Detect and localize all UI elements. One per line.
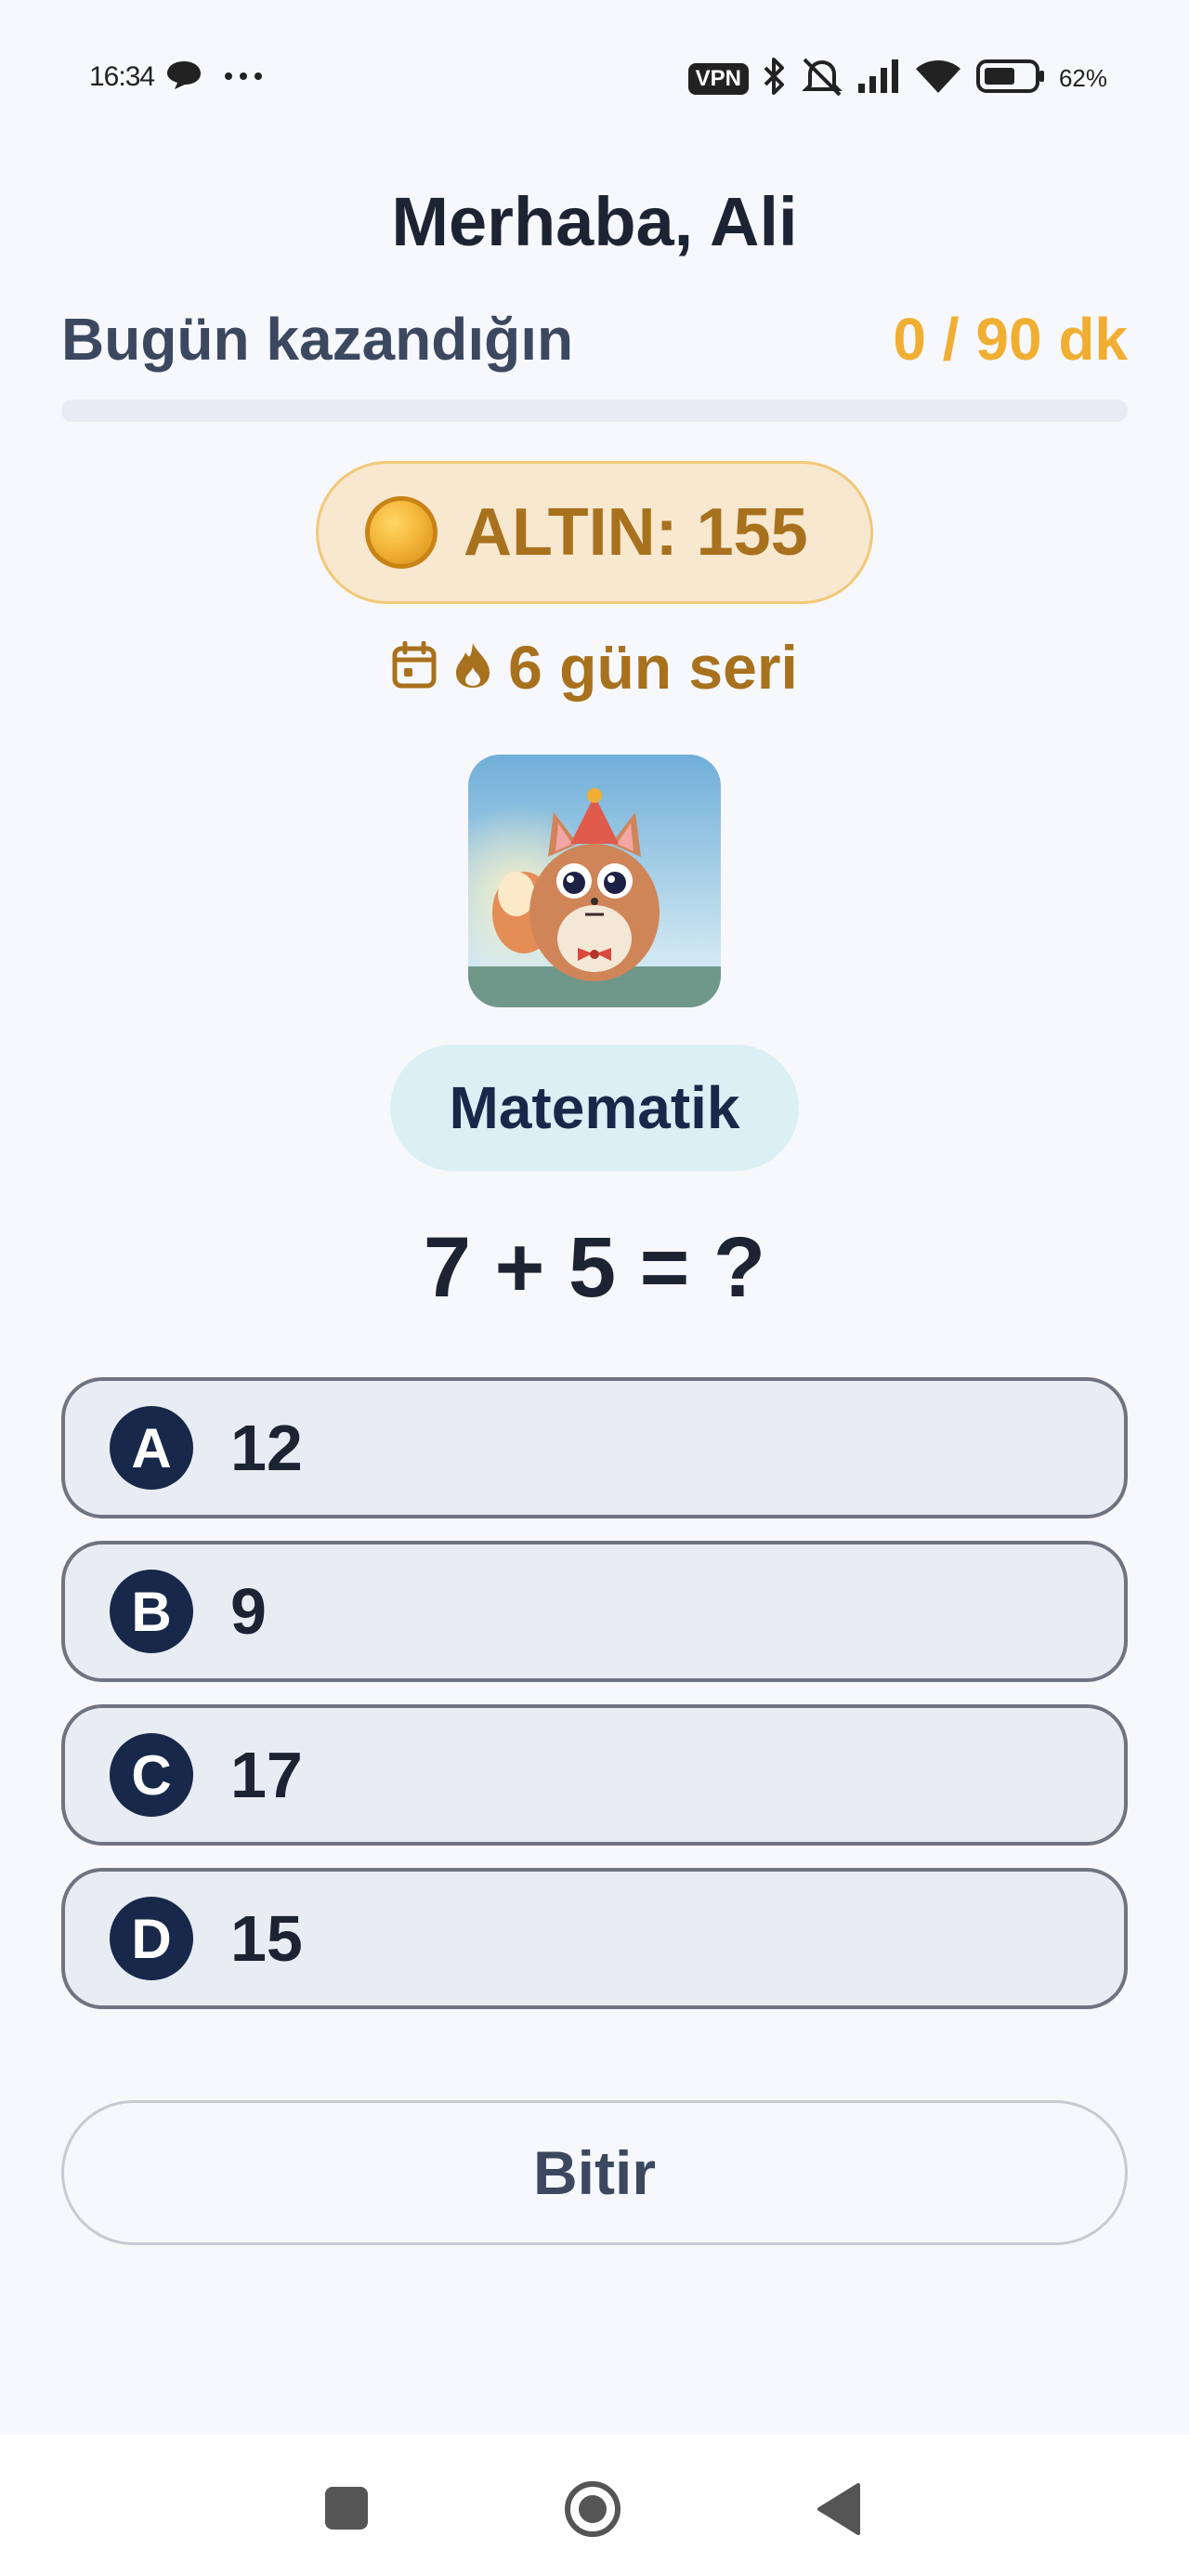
answer-option-b[interactable]: B 9 (61, 1541, 1128, 1682)
earned-progress-bar (61, 400, 1128, 422)
signal-icon (856, 58, 901, 99)
gold-balance-label: ALTIN: 155 (464, 495, 808, 570)
option-value: 9 (230, 1575, 267, 1648)
bluetooth-icon (762, 57, 788, 100)
battery-icon (975, 58, 1046, 99)
answer-option-c[interactable]: C 17 (61, 1704, 1128, 1846)
system-nav-bar (0, 2435, 1189, 2576)
chat-bubble-icon (165, 59, 203, 96)
finish-button[interactable]: Bitir (61, 2100, 1128, 2245)
greeting-title: Merhaba, Ali (391, 183, 798, 260)
gold-balance-pill: ALTIN: 155 (316, 461, 873, 604)
recent-apps-icon[interactable] (323, 2485, 370, 2536)
streak-label: 6 gün seri (508, 633, 798, 702)
status-right-icons: VPN 62% (687, 56, 1107, 101)
flame-icon (452, 641, 493, 694)
status-left-icons (165, 59, 264, 96)
streak-row: 6 gün seri (0, 632, 1189, 703)
coin-icon (365, 496, 438, 569)
option-letter-badge: B (110, 1570, 193, 1653)
status-time: 16:34 (89, 61, 155, 92)
option-letter-badge: D (110, 1897, 193, 1980)
mute-icon (801, 56, 843, 101)
subject-badge: Matematik (390, 1045, 799, 1171)
vpn-badge: VPN (687, 62, 749, 95)
wifi-icon (914, 58, 962, 99)
more-dots-icon (223, 70, 264, 86)
option-value: 12 (230, 1412, 303, 1484)
calendar-icon (391, 640, 438, 694)
fox-mascot-icon (468, 755, 721, 1007)
option-letter-badge: C (110, 1733, 193, 1817)
home-icon[interactable] (563, 2479, 622, 2543)
status-bar: 16:34 VPN 62% (0, 0, 1189, 158)
question-text: 7 + 5 = ? (423, 1220, 766, 1315)
option-value: 17 (230, 1739, 303, 1811)
option-letter-badge: A (110, 1406, 193, 1490)
battery-percent: 62% (1058, 64, 1107, 92)
earned-today-value: 0 / 90 dk (893, 306, 1128, 373)
back-icon[interactable] (816, 2481, 862, 2542)
earned-today-label: Bugün kazandığın (61, 306, 574, 373)
answer-option-a[interactable]: A 12 (61, 1377, 1128, 1518)
answer-option-d[interactable]: D 15 (61, 1868, 1128, 2009)
option-value: 15 (230, 1902, 303, 1975)
